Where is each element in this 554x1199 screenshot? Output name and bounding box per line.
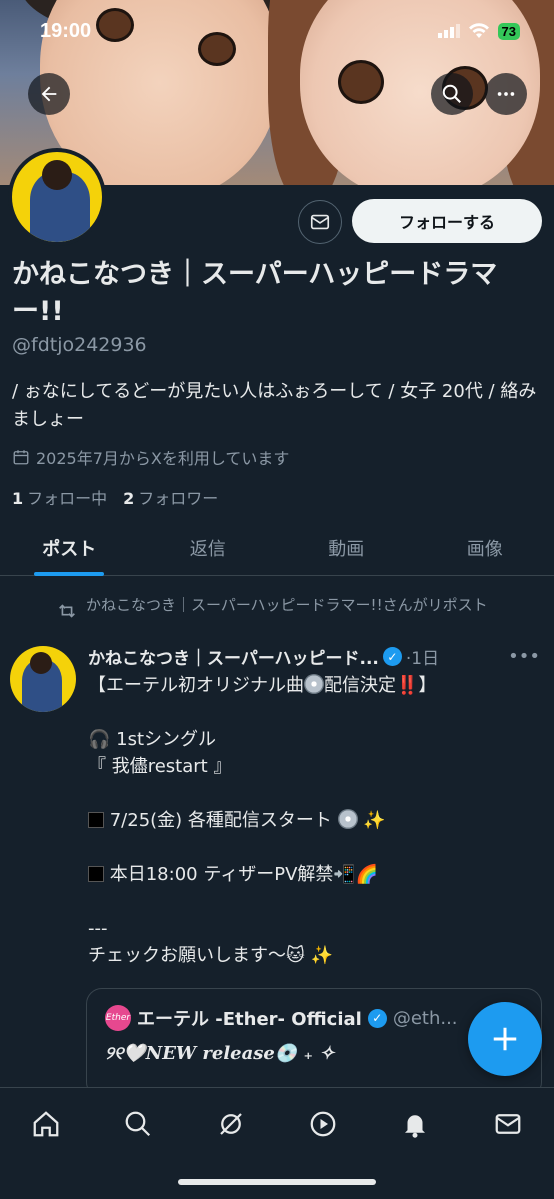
more-button[interactable] (485, 73, 527, 115)
profile-stats: 1 フォロー中 2 フォロワー (12, 485, 218, 509)
search-button[interactable] (431, 73, 473, 115)
mail-icon (495, 1114, 521, 1134)
followers-label: フォロワー (138, 489, 219, 508)
post-line: --- (88, 918, 108, 939)
following-count: 1 (12, 489, 24, 508)
nav-messages[interactable] (484, 1106, 532, 1142)
post-line: 本日18:00 ティザーPV解禁📲🌈 (88, 861, 540, 888)
post-line: 【エーテル初オリジナル曲 配信決定‼️】 (88, 674, 437, 696)
compose-button[interactable] (468, 1002, 542, 1076)
profile-bio: / ぉなにしてるどーが見たい人はふぉろーして / 女子 20代 / 絡みましょー (12, 381, 537, 430)
post-line: 『 我儘restart 』 (88, 756, 232, 777)
verified-icon: ✓ (382, 647, 402, 666)
square-icon (88, 866, 104, 882)
following-link[interactable]: 1 フォロー中 (12, 485, 107, 509)
wifi-icon (468, 23, 489, 38)
nav-grok[interactable] (207, 1106, 255, 1142)
profile-handle: @fdtjo242936 (12, 334, 147, 356)
bell-icon (405, 1115, 426, 1138)
profile-joined-date: 2025年7月からXを利用しています (12, 445, 289, 469)
home-indicator (178, 1179, 376, 1185)
post-line: 🎧 1stシングル (88, 729, 217, 750)
post-more-icon[interactable]: ••• (508, 646, 540, 667)
repost-indicator: かねこなつき｜スーパーハッピードラマー!!さんがリポスト (56, 594, 546, 622)
post-line: チェックお願いします〜🐱 ✨ (88, 945, 333, 966)
followers-link[interactable]: 2 フォロワー (123, 485, 218, 509)
disc-icon (304, 674, 324, 694)
grok-icon (220, 1113, 242, 1135)
profile-tabs: ポスト 返信 動画 画像 (0, 520, 554, 576)
calendar-icon (13, 450, 29, 465)
tab-posts[interactable]: ポスト (0, 520, 139, 575)
search-icon (442, 84, 461, 103)
following-label: フォロー中 (27, 489, 108, 508)
nav-video[interactable] (299, 1106, 347, 1142)
status-bar: 19:00 73 (0, 0, 554, 62)
cellular-signal-icon (437, 24, 460, 38)
verified-icon: ✓ (367, 1008, 387, 1028)
quote-text: ୨୧🤍NEW release💿 ₊ ✧ (105, 1043, 335, 1064)
nav-notifications[interactable] (391, 1106, 439, 1142)
joined-text: 2025年7月からXを利用しています (36, 449, 290, 468)
post-line: 7/25(金) 各種配信スタート ✨ (88, 807, 540, 834)
repost-icon (59, 604, 75, 618)
video-icon (310, 1111, 336, 1137)
post-timestamp[interactable]: ·1日 (406, 644, 439, 669)
nav-search[interactable] (114, 1106, 162, 1142)
post-author-avatar[interactable] (10, 646, 76, 712)
message-button[interactable] (298, 200, 342, 244)
tab-replies[interactable]: 返信 (139, 520, 278, 575)
quote-avatar: Ether (105, 1005, 131, 1031)
quote-author-name: エーテル -Ether- Official (137, 1009, 362, 1030)
followers-count: 2 (123, 489, 135, 508)
follow-button[interactable]: フォローする (352, 199, 542, 243)
battery-indicator: 73 (497, 22, 520, 40)
tab-images[interactable]: 画像 (416, 520, 554, 575)
post-text: 【エーテル初オリジナル曲 配信決定‼️】 🎧 1stシングル 『 我儘restar… (88, 672, 540, 969)
status-time: 19:00 (40, 19, 92, 42)
post-header: かねこなつき｜スーパーハッピード... ✓ ·1日 ••• (88, 644, 540, 669)
tab-videos[interactable]: 動画 (277, 520, 416, 575)
post-author-name[interactable]: かねこなつき｜スーパーハッピード... (88, 644, 379, 669)
home-icon (33, 1111, 59, 1137)
search-icon (126, 1111, 151, 1137)
nav-home[interactable] (22, 1106, 70, 1142)
back-arrow-icon (41, 86, 57, 102)
back-button[interactable] (28, 73, 70, 115)
mail-icon (310, 214, 330, 230)
profile-display-name: かねこなつき｜スーパーハッピードラマー!! (12, 259, 498, 327)
repost-text: かねこなつき｜スーパーハッピードラマー!!さんがリポスト (86, 596, 488, 614)
plus-icon (493, 1027, 517, 1051)
profile-avatar[interactable] (8, 148, 106, 246)
quote-author-handle: @eth... (392, 1007, 458, 1029)
disc-icon (337, 809, 358, 829)
square-icon (88, 812, 104, 828)
more-icon (497, 92, 515, 96)
